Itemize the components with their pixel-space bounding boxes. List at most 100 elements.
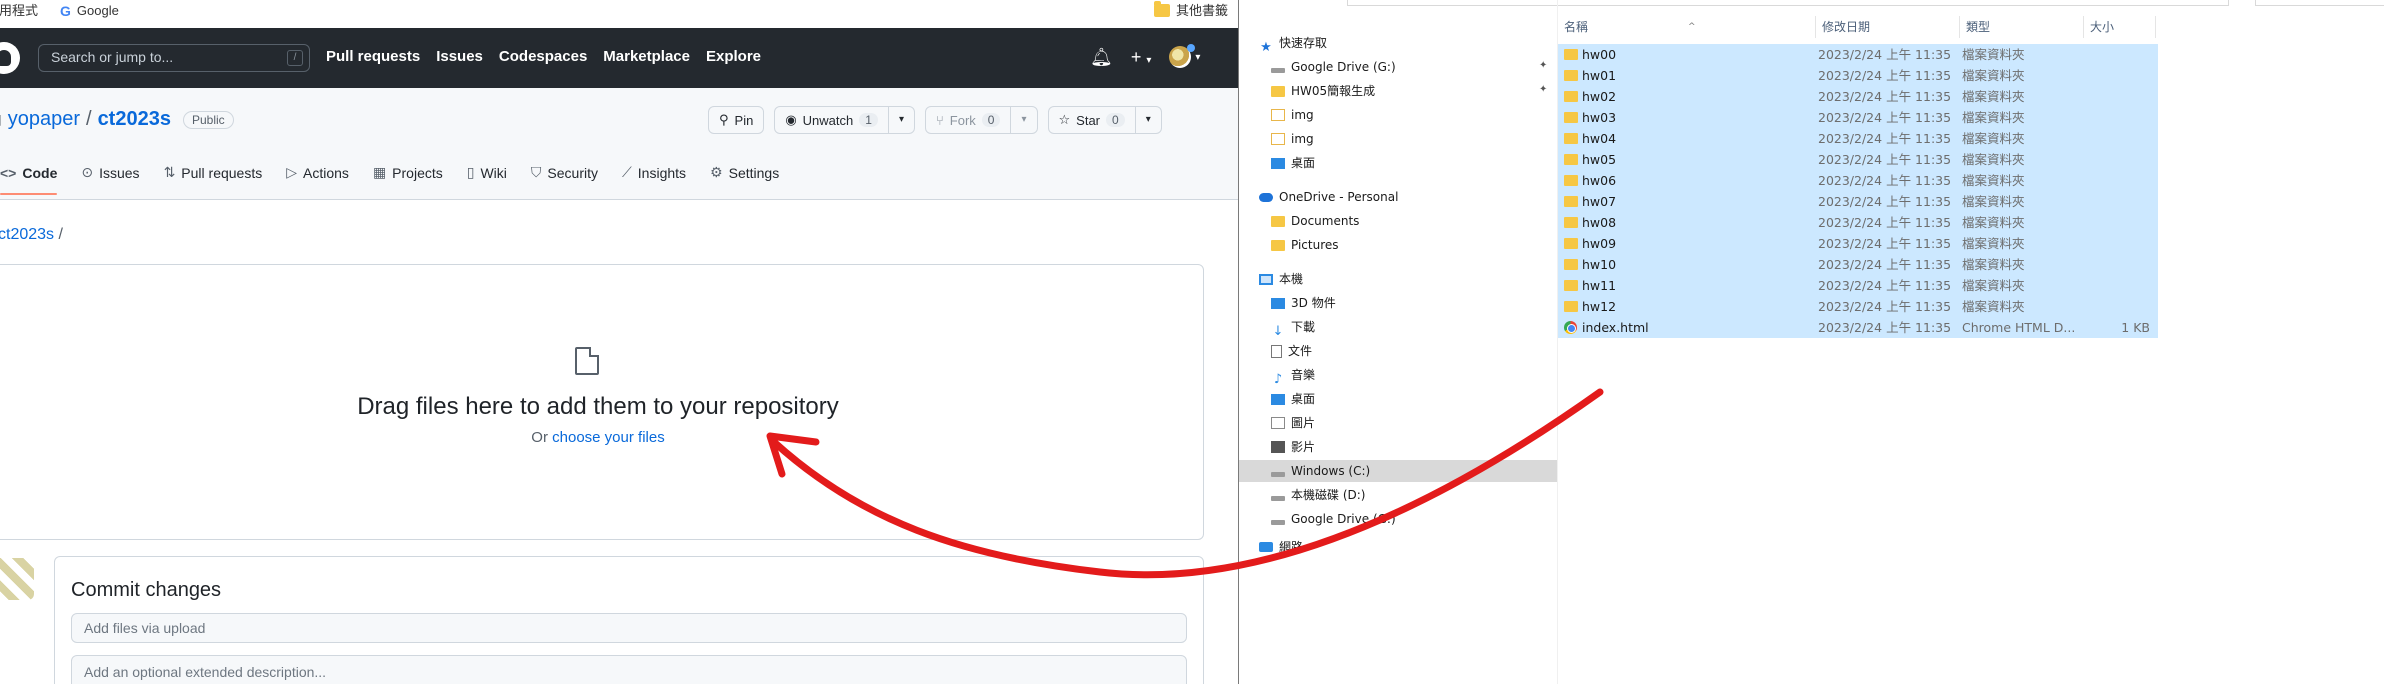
bookmark-apps[interactable]: 應用程式 [0,0,38,28]
file-row[interactable]: hw12 2023/2/24 上午 11:35 檔案資料夾 [1558,296,2158,317]
file-date: 2023/2/24 上午 11:35 [1818,131,1952,146]
nav-docs[interactable]: 文件 [1271,340,1312,362]
column-date[interactable]: 修改日期 [1816,16,1960,38]
nav-videos[interactable]: 影片 [1271,436,1315,458]
file-row[interactable]: hw11 2023/2/24 上午 11:35 檔案資料夾 [1558,275,2158,296]
nav-documents[interactable]: Documents [1271,210,1359,232]
column-name[interactable]: 名稱 [1558,16,1816,38]
user-menu[interactable]: ▾ [1169,44,1200,68]
choose-files-link[interactable]: choose your files [552,429,665,446]
column-size[interactable]: 大小 [2084,16,2156,38]
file-row[interactable]: hw06 2023/2/24 上午 11:35 檔案資料夾 [1558,170,2158,191]
avatar [0,558,34,600]
pin-button[interactable]: ⚲ Pin [708,106,765,134]
folder-icon [1154,1,1170,17]
nav-pictures[interactable]: Pictures [1271,234,1339,256]
nav-music[interactable]: ♪ 音樂 [1271,364,1315,387]
breadcrumb-repo-link[interactable]: ct2023s [0,226,54,243]
nav-local-disk-d[interactable]: 本機磁碟 (D:) [1271,484,1365,506]
tab-code[interactable]: <> Code [0,164,58,195]
commit-summary-input[interactable]: Add files via upload [71,613,1187,643]
nav-google-drive-g[interactable]: Google Drive (G:) [1271,508,1396,530]
nav-this-pc[interactable]: 本機 [1259,268,1303,290]
pin-icon: ✦ [1539,60,1548,71]
file-row[interactable]: hw04 2023/2/24 上午 11:35 檔案資料夾 [1558,128,2158,149]
tab-security[interactable]: ⛉ Security [531,164,598,191]
repo-title: ▯ yopaper / ct2023s Public [0,108,234,131]
unwatch-button[interactable]: ◉ Unwatch 1 ▾ [774,106,915,134]
file-row[interactable]: hw03 2023/2/24 上午 11:35 檔案資料夾 [1558,107,2158,128]
file-dropzone[interactable]: Drag files here to add them to your repo… [0,264,1204,540]
tab-insights[interactable]: ⟋ Insights [622,164,686,191]
file-type: 檔案資料夾 [1962,110,2025,125]
eye-icon: ◉ [785,112,797,127]
file-row[interactable]: hw07 2023/2/24 上午 11:35 檔案資料夾 [1558,191,2158,212]
file-list-pane: 名稱 ^ 修改日期 類型 大小 hw00 2023/2/24 上午 11:35 檔案… [1557,0,2384,684]
column-type[interactable]: 類型 [1960,16,2084,38]
nav-label: Pictures [1291,238,1339,252]
nav-network[interactable]: 網路 [1259,536,1303,558]
file-row[interactable]: hw08 2023/2/24 上午 11:35 檔案資料夾 [1558,212,2158,233]
file-row[interactable]: hw05 2023/2/24 上午 11:35 檔案資料夾 [1558,149,2158,170]
file-type: 檔案資料夾 [1962,257,2025,272]
commit-description-input[interactable]: Add an optional extended description... [71,655,1187,684]
fork-button[interactable]: ⑂ Fork 0 ▾ [924,106,1038,134]
github-logo-icon[interactable] [0,42,20,74]
music-icon: ♪ [1273,372,1283,387]
dropzone-prefix: Or [531,429,548,446]
tab-settings[interactable]: ⚙ Settings [710,164,779,191]
file-row[interactable]: hw09 2023/2/24 上午 11:35 檔案資料夾 [1558,233,2158,254]
nav-img-2[interactable]: img [1271,128,1314,150]
star-icon: ☆ [1058,112,1071,127]
star-button[interactable]: ☆ Star 0 ▾ [1047,106,1162,134]
chevron-down-icon[interactable]: ▾ [887,106,904,134]
visibility-badge: Public [182,110,234,129]
tab-label: Settings [728,164,780,181]
nav-issues[interactable]: Issues [436,48,483,65]
nav-hw05[interactable]: HW05簡報生成 [1271,80,1375,102]
file-date: 2023/2/24 上午 11:35 [1818,152,1952,167]
nav-google-drive[interactable]: Google Drive (G:) [1271,56,1396,78]
tab-wiki[interactable]: ▯ Wiki [467,164,507,191]
nav-desktop[interactable]: 桌面 [1271,388,1315,410]
nav-label: Google Drive (G:) [1291,60,1396,74]
search-input[interactable]: Search or jump to... / [38,44,310,72]
nav-3d-objects[interactable]: 3D 物件 [1271,292,1336,314]
file-row[interactable]: hw10 2023/2/24 上午 11:35 檔案資料夾 [1558,254,2158,275]
file-row[interactable]: hw02 2023/2/24 上午 11:35 檔案資料夾 [1558,86,2158,107]
nav-pull-requests[interactable]: Pull requests [326,48,420,65]
file-type: Chrome HTML D... [1962,320,2076,335]
book-icon: ▯ [466,164,475,180]
chevron-down-icon[interactable]: ▾ [1134,106,1151,134]
nav-downloads[interactable]: ↓ 下載 [1271,316,1315,339]
header-actions: 🔔︎ + ▾ ▾ [1090,44,1200,68]
repo-name-link[interactable]: ct2023s [98,108,171,131]
nav-onedrive[interactable]: OneDrive - Personal [1259,186,1398,208]
file-row[interactable]: hw01 2023/2/24 上午 11:35 檔案資料夾 [1558,65,2158,86]
nav-img-1[interactable]: img [1271,104,1314,126]
nav-desktop-quick[interactable]: 桌面 [1271,152,1315,174]
tab-projects[interactable]: ▦ Projects [373,164,443,191]
nav-codespaces[interactable]: Codespaces [499,48,587,65]
nav-explore[interactable]: Explore [706,48,761,65]
fork-icon: ⑂ [935,112,944,128]
image-folder-icon [1271,133,1285,145]
tab-label: Insights [637,164,687,181]
nav-marketplace[interactable]: Marketplace [603,48,690,65]
chevron-down-icon[interactable]: ▾ [1010,106,1027,134]
bookmark-google[interactable]: G Google [60,0,119,28]
bookmark-other[interactable]: 其他書籤 [1154,0,1228,28]
file-type: 檔案資料夾 [1962,47,2025,62]
repo-owner-link[interactable]: yopaper [8,108,80,131]
tab-issues[interactable]: ⊙ Issues [81,164,139,191]
column-headers: 名稱 ^ 修改日期 類型 大小 [1558,16,2384,38]
file-row[interactable]: index.html 2023/2/24 上午 11:35 Chrome HTML … [1558,317,2158,338]
tab-actions[interactable]: ▷ Actions [286,164,349,191]
tab-pull-requests[interactable]: ⇅ Pull requests [164,164,263,191]
file-row[interactable]: hw00 2023/2/24 上午 11:35 檔案資料夾 [1558,44,2158,65]
plus-icon[interactable]: + ▾ [1131,47,1152,68]
nav-quick-access[interactable]: ★ 快速存取 [1259,32,1327,55]
bell-icon[interactable]: 🔔︎ [1090,47,1113,68]
nav-images[interactable]: 圖片 [1271,412,1315,434]
nav-windows-c[interactable]: Windows (C:) [1239,460,1557,482]
